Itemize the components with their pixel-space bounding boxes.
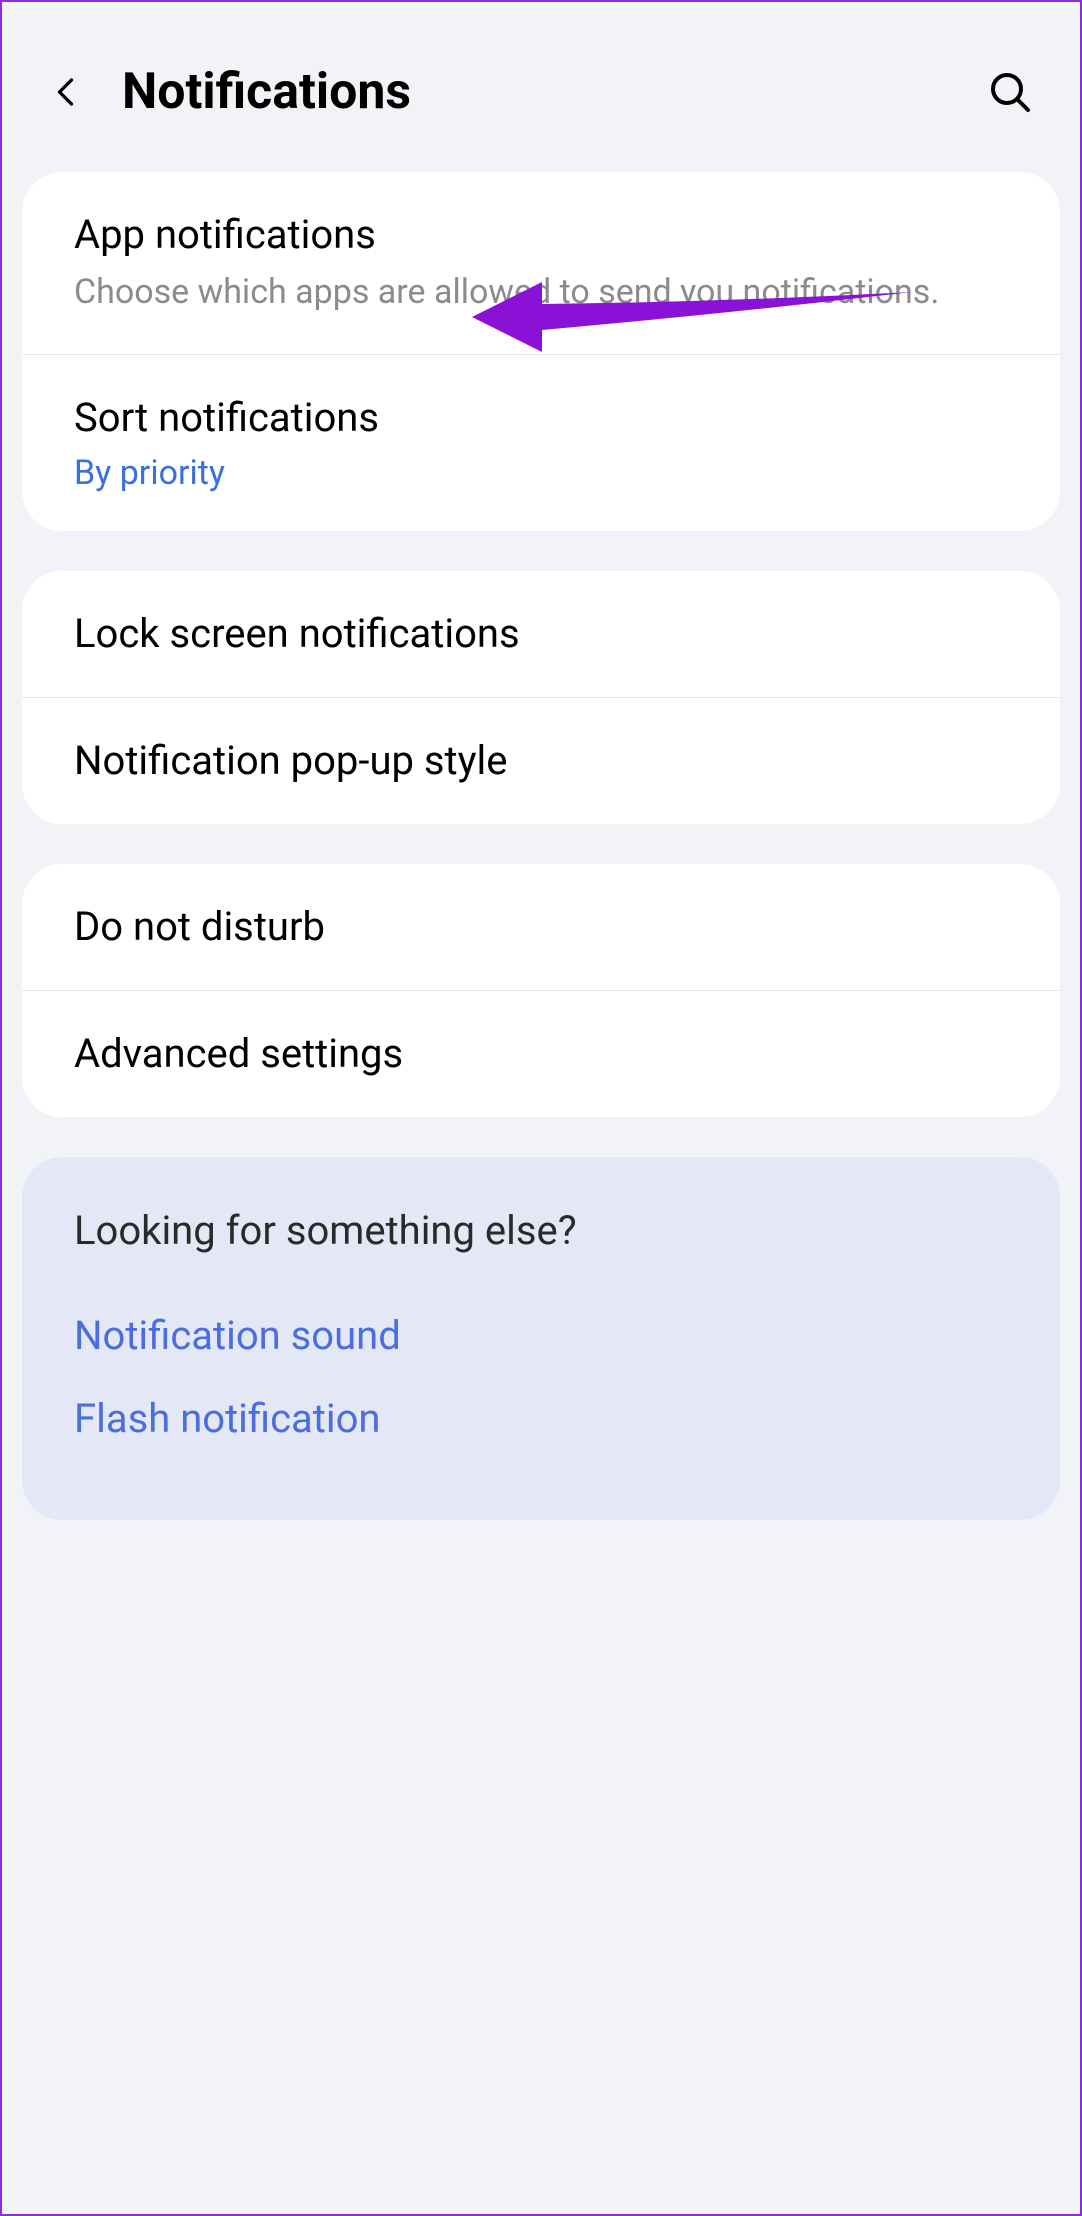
search-icon: [986, 68, 1034, 116]
flash-notification-link[interactable]: Flash notification: [74, 1377, 1008, 1460]
row-title: Notification pop-up style: [74, 736, 1008, 786]
advanced-settings-row[interactable]: Advanced settings: [22, 990, 1060, 1117]
row-title: App notifications: [74, 210, 1008, 260]
search-button[interactable]: [980, 62, 1040, 122]
notification-popup-style-row[interactable]: Notification pop-up style: [22, 697, 1060, 824]
lock-screen-notifications-row[interactable]: Lock screen notifications: [22, 571, 1060, 697]
row-value: By priority: [74, 453, 1008, 493]
page-title: Notifications: [122, 63, 950, 121]
settings-group-1: App notifications Choose which apps are …: [22, 172, 1060, 531]
header: Notifications: [22, 2, 1060, 172]
settings-group-2: Lock screen notifications Notification p…: [22, 571, 1060, 824]
row-title: Advanced settings: [74, 1029, 1008, 1079]
looking-for-title: Looking for something else?: [74, 1207, 1008, 1254]
sort-notifications-row[interactable]: Sort notifications By priority: [22, 354, 1060, 531]
row-title: Do not disturb: [74, 902, 1008, 952]
do-not-disturb-row[interactable]: Do not disturb: [22, 864, 1060, 990]
row-subtitle: Choose which apps are allowed to send yo…: [74, 270, 1008, 316]
app-notifications-row[interactable]: App notifications Choose which apps are …: [22, 172, 1060, 354]
back-button[interactable]: [42, 67, 92, 117]
row-title: Sort notifications: [74, 393, 1008, 443]
looking-for-card: Looking for something else? Notification…: [22, 1157, 1060, 1520]
chevron-left-icon: [49, 74, 85, 110]
settings-group-3: Do not disturb Advanced settings: [22, 864, 1060, 1117]
row-title: Lock screen notifications: [74, 609, 1008, 659]
notification-sound-link[interactable]: Notification sound: [74, 1294, 1008, 1377]
